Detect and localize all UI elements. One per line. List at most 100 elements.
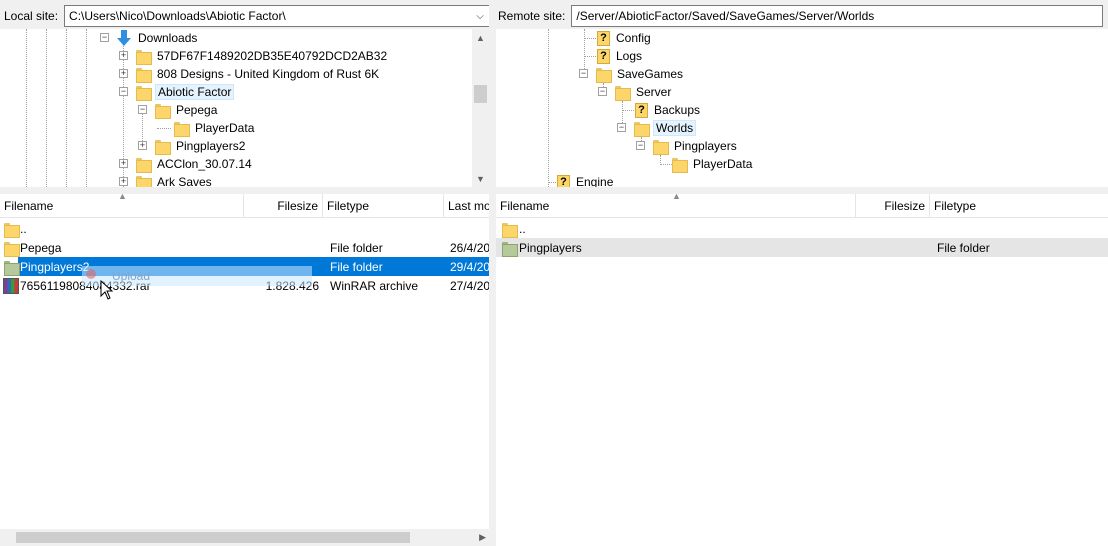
- vertical-splitter[interactable]: [489, 0, 496, 546]
- local-directory-tree[interactable]: − Downloads + 57DF67F1489202DB35E40792DC…: [0, 29, 489, 187]
- collapse-icon[interactable]: −: [636, 141, 645, 150]
- remote-tree-item[interactable]: ? Backups: [622, 101, 702, 119]
- collapse-icon[interactable]: −: [598, 87, 607, 96]
- folder-icon: [135, 156, 152, 173]
- tree-item-label: Logs: [616, 49, 643, 63]
- column-filetype[interactable]: Filetype: [930, 194, 1108, 218]
- folder-icon: [135, 48, 152, 65]
- local-path-value[interactable]: C:\Users\Nico\Downloads\Abiotic Factor\: [69, 9, 286, 23]
- tree-item-label: 808 Designs - United Kingdom of Rust 6K: [157, 67, 380, 81]
- remote-path-combobox[interactable]: /Server/AbioticFactor/Saved/SaveGames/Se…: [571, 5, 1104, 27]
- tree-item-label: Abiotic Factor: [155, 84, 235, 100]
- tree-item-label: Pingplayers: [674, 139, 737, 153]
- unknown-folder-icon: ?: [597, 48, 610, 64]
- remote-tree-item[interactable]: ? Logs: [584, 47, 644, 65]
- horizontal-splitter[interactable]: [0, 187, 1108, 194]
- tree-item-label: Backups: [654, 103, 701, 117]
- scroll-right-icon[interactable]: ▶: [479, 532, 486, 543]
- winrar-archive-icon: [3, 277, 19, 294]
- modified-cell: 29/4/20: [450, 259, 489, 274]
- scroll-thumb[interactable]: [16, 532, 410, 543]
- column-filesize[interactable]: Filesize: [244, 194, 323, 218]
- filename-cell: Pingplayers: [501, 238, 851, 257]
- local-tree-item-abiotic-factor[interactable]: − Abiotic Factor: [119, 83, 235, 101]
- column-filename[interactable]: Filename: [0, 194, 244, 218]
- scroll-down-icon[interactable]: ▼: [472, 170, 489, 187]
- filetype-cell: File folder: [330, 240, 383, 255]
- local-tree-item[interactable]: + Ark Saves: [119, 173, 214, 187]
- drag-copy-icon: [86, 269, 96, 279]
- remote-tree-item[interactable]: PlayerData: [660, 155, 754, 173]
- remote-tree-item[interactable]: − Pingplayers: [636, 137, 739, 155]
- tree-item-label: Server: [636, 85, 672, 99]
- column-label: Filesize: [277, 199, 318, 213]
- list-item-selected[interactable]: Pingplayers2 File folder 29/4/20: [0, 257, 489, 276]
- local-tree-item[interactable]: + 808 Designs - United Kingdom of Rust 6…: [119, 65, 381, 83]
- folder-icon: [501, 221, 518, 238]
- file-name: ..: [519, 221, 526, 236]
- tree-guide-line: [584, 56, 596, 57]
- remote-tree-item-worlds[interactable]: − Worlds: [617, 119, 697, 137]
- unknown-folder-icon: ?: [557, 174, 570, 187]
- filetype-cell: File folder: [937, 240, 990, 255]
- column-filetype[interactable]: Filetype: [323, 194, 444, 218]
- remote-directory-tree[interactable]: ? Config ? Logs − SaveGames − Server ? B…: [496, 29, 1108, 187]
- filename-cell: ..: [501, 219, 851, 238]
- filetype-cell: WinRAR archive: [330, 278, 419, 293]
- local-list-hscrollbar[interactable]: ▶: [0, 529, 489, 546]
- folder-icon: [135, 174, 152, 187]
- column-last-modified[interactable]: Last mo: [444, 194, 489, 218]
- remote-tree-item[interactable]: ? Config: [584, 29, 653, 47]
- local-tree-item-downloads[interactable]: − Downloads: [100, 29, 199, 47]
- remote-path-value[interactable]: /Server/AbioticFactor/Saved/SaveGames/Se…: [576, 9, 874, 23]
- remote-tree-item-savegames[interactable]: − SaveGames: [579, 65, 685, 83]
- expand-icon[interactable]: +: [119, 159, 128, 168]
- column-filename[interactable]: Filename: [496, 194, 856, 218]
- remote-tree-item-server[interactable]: − Server: [598, 83, 673, 101]
- folder-icon: [135, 66, 152, 83]
- collapse-icon[interactable]: −: [579, 69, 588, 78]
- local-file-list[interactable]: ▲ Filename Filesize Filetype Last mo .. …: [0, 194, 489, 546]
- scroll-thumb[interactable]: [474, 85, 487, 103]
- list-item[interactable]: 76561198084084332.rar 1.828.426 WinRAR a…: [0, 276, 489, 295]
- expand-icon[interactable]: +: [119, 177, 128, 186]
- expand-icon[interactable]: +: [119, 51, 128, 60]
- local-tree-scrollbar[interactable]: ▲ ▼: [472, 29, 489, 187]
- scroll-up-icon[interactable]: ▲: [472, 29, 489, 46]
- column-filesize[interactable]: Filesize: [856, 194, 930, 218]
- file-name: Pingplayers: [519, 240, 582, 255]
- column-label: Filename: [500, 199, 550, 213]
- column-label: Last mo: [448, 199, 489, 213]
- unknown-folder-icon: ?: [597, 30, 610, 46]
- list-item-drop-target[interactable]: Pingplayers File folder: [496, 238, 1108, 257]
- local-tree-item[interactable]: + Pingplayers2: [138, 137, 247, 155]
- folder-icon: [135, 84, 152, 101]
- folder-icon: [173, 120, 190, 137]
- remote-tree-item[interactable]: ? Engine: [548, 173, 615, 187]
- local-path-combobox[interactable]: C:\Users\Nico\Downloads\Abiotic Factor\ …: [64, 5, 490, 27]
- collapse-icon[interactable]: −: [617, 123, 626, 132]
- tree-item-label: Pepega: [176, 103, 218, 117]
- tree-item-label: Worlds: [653, 120, 697, 136]
- tree-item-label: PlayerData: [195, 121, 255, 135]
- local-tree-item[interactable]: + 57DF67F1489202DB35E40792DCD2AB32: [119, 47, 389, 65]
- chevron-down-icon[interactable]: ⌵: [471, 6, 489, 26]
- local-tree-item[interactable]: PlayerData: [157, 119, 256, 137]
- list-item-parent[interactable]: ..: [0, 219, 489, 238]
- folder-icon: [652, 138, 669, 155]
- list-item[interactable]: Pepega File folder 26/4/20: [0, 238, 489, 257]
- local-site-label: Local site:: [4, 9, 59, 23]
- local-tree-item[interactable]: + ACClon_30.07.14: [119, 155, 254, 173]
- expand-icon[interactable]: +: [138, 141, 147, 150]
- collapse-icon[interactable]: −: [100, 33, 109, 42]
- collapse-icon[interactable]: −: [119, 87, 128, 96]
- list-item-parent[interactable]: ..: [496, 219, 1108, 238]
- expand-icon[interactable]: +: [119, 69, 128, 78]
- local-tree-item[interactable]: − Pepega: [138, 101, 219, 119]
- modified-cell: 27/4/20: [450, 278, 489, 293]
- folder-icon: [3, 259, 20, 276]
- remote-file-list[interactable]: ▲ Filename Filesize Filetype .. Pingplay…: [496, 194, 1108, 546]
- collapse-icon[interactable]: −: [138, 105, 147, 114]
- folder-icon: [154, 102, 171, 119]
- tree-guide-line: [157, 128, 171, 129]
